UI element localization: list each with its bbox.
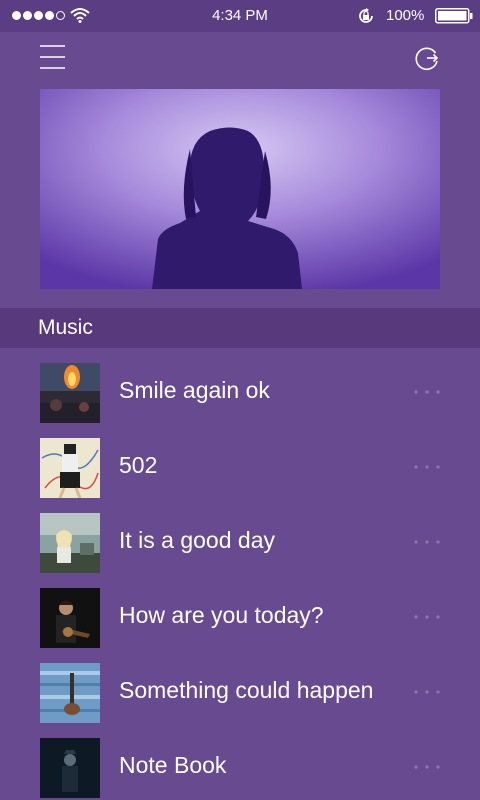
music-section-header: Music [0, 308, 480, 348]
refresh-icon[interactable] [413, 44, 441, 72]
album-thumbnail [40, 738, 100, 798]
song-title: Smile again ok [119, 377, 270, 403]
section-title: Music [38, 316, 93, 339]
more-options-icon[interactable] [412, 460, 442, 474]
more-options-icon[interactable] [412, 385, 442, 399]
album-thumbnail [40, 513, 100, 573]
status-bar: 4:34 PM 100% [0, 0, 480, 32]
battery-icon [435, 8, 473, 24]
more-options-icon[interactable] [412, 535, 442, 549]
song-row[interactable]: It is a good day [0, 505, 480, 580]
song-title: How are you today? [119, 602, 324, 628]
song-title: It is a good day [119, 527, 275, 553]
more-options-icon[interactable] [412, 610, 442, 624]
song-list: Smile again ok 502 It is a good day How … [0, 355, 480, 800]
rotation-lock-icon [359, 8, 373, 23]
album-thumbnail [40, 438, 100, 498]
more-options-icon[interactable] [412, 760, 442, 774]
song-row[interactable]: Something could happen [0, 655, 480, 730]
song-title: Note Book [119, 752, 227, 778]
menu-icon[interactable] [40, 44, 66, 70]
album-thumbnail [40, 588, 100, 648]
battery-percent: 100% [386, 7, 425, 24]
song-title: Something could happen [119, 677, 374, 703]
song-title: 502 [119, 452, 158, 478]
more-options-icon[interactable] [412, 685, 442, 699]
song-row[interactable]: Smile again ok [0, 355, 480, 430]
hero-banner-image [40, 89, 440, 289]
song-row[interactable]: 502 [0, 430, 480, 505]
album-thumbnail [40, 663, 100, 723]
album-thumbnail [40, 363, 100, 423]
music-app-screen: 4:34 PM 100% Music Smile again ok 502 It… [0, 0, 480, 800]
song-row[interactable]: Note Book [0, 730, 480, 800]
song-row[interactable]: How are you today? [0, 580, 480, 655]
